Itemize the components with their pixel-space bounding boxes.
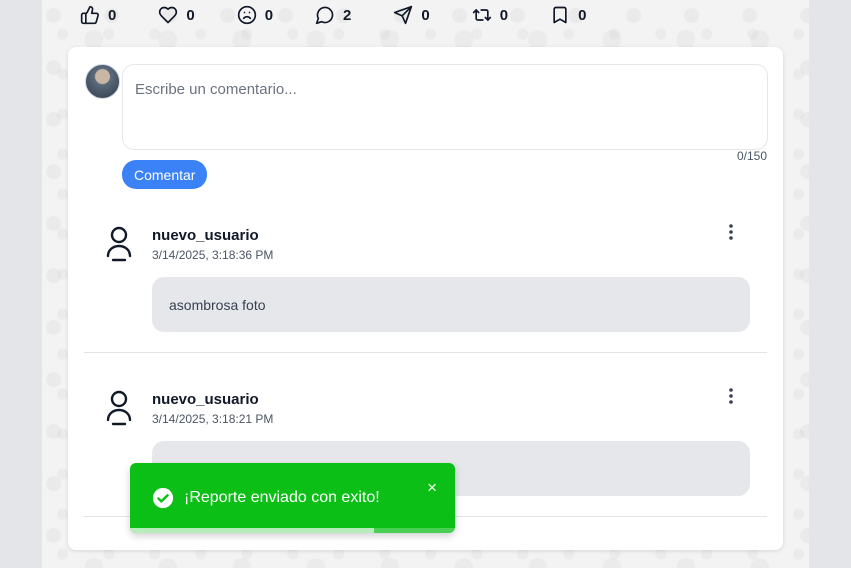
user-icon (106, 390, 132, 426)
send-count: 0 (421, 6, 430, 24)
current-user-avatar (85, 64, 120, 99)
send-icon (394, 5, 413, 25)
sad-face-icon (237, 5, 256, 25)
reaction-bar: 0 0 0 2 0 0 0 (68, 0, 628, 30)
comment-timestamp: 3/14/2025, 3:18:36 PM (152, 248, 274, 262)
comment-count: 2 (343, 6, 352, 24)
comment-username[interactable]: nuevo_usuario (152, 391, 259, 408)
user-icon (106, 226, 132, 262)
send-button[interactable]: 0 (381, 1, 441, 29)
comment-input[interactable] (123, 65, 767, 149)
toast-close-button[interactable]: × (427, 479, 437, 496)
success-toast: ¡Reporte enviado con exito! × (130, 463, 455, 533)
heart-button[interactable]: 0 (146, 1, 206, 29)
comment-icon (315, 6, 334, 25)
like-count: 0 (108, 6, 117, 24)
repost-count: 0 (499, 6, 509, 24)
repost-icon (472, 9, 491, 21)
bookmark-icon (553, 6, 567, 24)
heart-icon (159, 6, 178, 24)
toast-message: ¡Reporte enviado con exito! (184, 489, 380, 506)
bookmark-count: 0 (578, 6, 587, 24)
toast-progress-bar (130, 528, 374, 533)
comment-menu-button[interactable] (721, 385, 741, 407)
comment-menu-button[interactable] (721, 221, 741, 243)
heart-count: 0 (186, 6, 195, 24)
like-button[interactable]: 0 (68, 1, 128, 29)
sad-button[interactable]: 0 (225, 1, 285, 29)
comment-input-wrapper (122, 64, 768, 150)
comment-submit-button[interactable]: Comentar (122, 160, 208, 189)
comment-timestamp: 3/14/2025, 3:18:21 PM (152, 412, 274, 426)
char-counter: 0/150 (736, 149, 767, 163)
comment-text: asombrosa foto (152, 277, 750, 332)
more-vertical-icon (729, 388, 733, 404)
sad-count: 0 (264, 6, 274, 24)
comment-username[interactable]: nuevo_usuario (152, 227, 259, 244)
more-vertical-icon (729, 224, 733, 240)
bookmark-button[interactable]: 0 (538, 1, 598, 29)
like-icon (80, 5, 99, 25)
comment-divider (84, 352, 767, 353)
comment-button[interactable]: 2 (303, 1, 363, 29)
repost-button[interactable]: 0 (460, 1, 520, 29)
check-circle-icon (152, 487, 174, 509)
